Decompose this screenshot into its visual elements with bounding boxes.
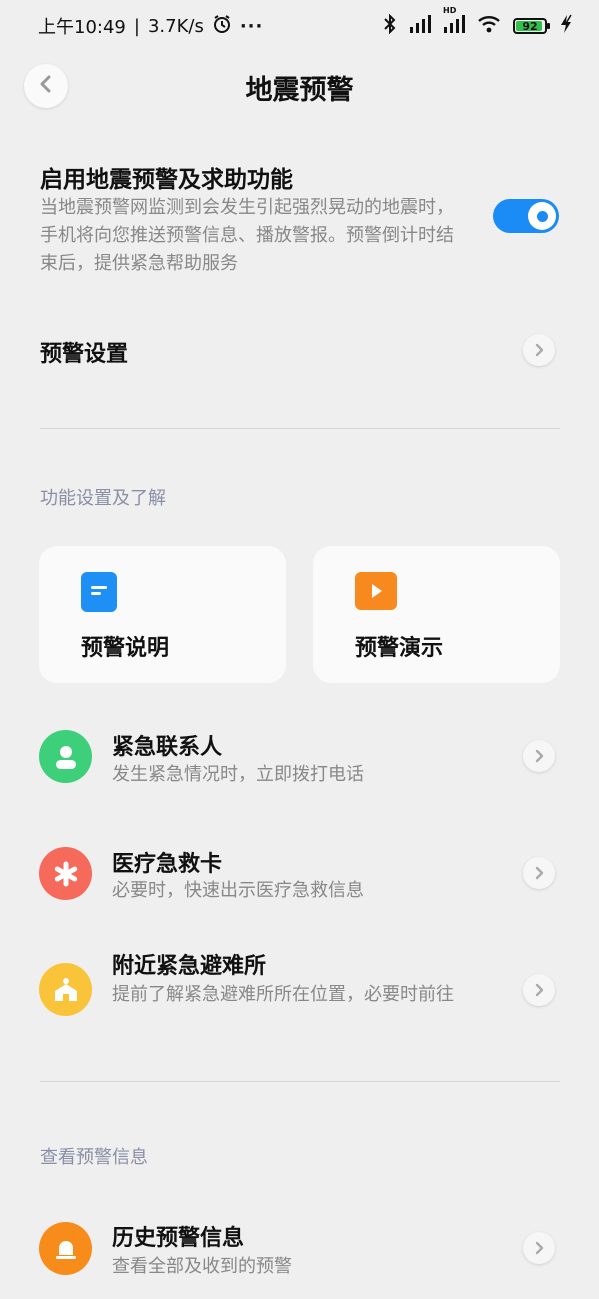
list-item-title: 紧急联系人 (112, 735, 223, 760)
status-separator: | (133, 15, 140, 37)
list-item-title: 医疗急救卡 (112, 852, 223, 877)
header: 地震预警 (0, 56, 599, 118)
alarm-clock-icon (212, 14, 232, 39)
list-item-subtitle: 发生紧急情况时，立即拨打电话 (112, 764, 364, 785)
card-label: 预警说明 (81, 636, 170, 661)
status-bar: 上午10:49 | 3.7K/s ··· HD 92 (0, 0, 599, 52)
more-notifications-icon: ··· (239, 15, 264, 37)
list-item-medical-card[interactable]: 医疗急救卡 必要时，快速出示医疗急救信息 (0, 832, 599, 922)
chevron-right-icon (523, 740, 555, 772)
divider (40, 1081, 560, 1082)
card-warning-explanation[interactable]: 预警说明 (39, 546, 286, 683)
divider (40, 428, 560, 429)
battery-icon: 92 (513, 18, 550, 34)
status-time: 上午10:49 (38, 17, 126, 38)
charging-icon (559, 14, 573, 38)
list-item-subtitle: 必要时，快速出示医疗急救信息 (112, 880, 364, 901)
list-item-nearby-shelter[interactable]: 附近紧急避难所 提前了解紧急避难所所在位置，必要时前往 (0, 946, 599, 1046)
section-label-features: 功能设置及了解 (40, 488, 166, 509)
network-speed: 3.7K/s (147, 15, 204, 37)
shelter-icon (39, 963, 92, 1016)
chevron-right-icon (523, 334, 555, 366)
chevron-right-icon (523, 974, 555, 1006)
chevron-right-icon (523, 857, 555, 889)
hd-label: HD (443, 6, 457, 15)
list-item-subtitle: 查看全部及收到的预警 (112, 1256, 292, 1277)
list-item-title: 附近紧急避难所 (112, 954, 267, 979)
chevron-right-icon (523, 1232, 555, 1264)
medical-asterisk-icon (39, 847, 92, 900)
list-item-title: 历史预警信息 (112, 1226, 245, 1251)
status-right: HD 92 (383, 6, 573, 38)
section-label-warning-info: 查看预警信息 (40, 1147, 148, 1168)
document-icon (81, 572, 117, 612)
contact-person-icon (39, 730, 92, 783)
list-item-warning-history[interactable]: 历史预警信息 查看全部及收到的预警 (0, 1208, 599, 1288)
enable-feature-toggle[interactable] (493, 199, 559, 233)
status-left: 上午10:49 | 3.7K/s ··· (38, 13, 263, 39)
signal-icon (409, 15, 431, 37)
wifi-icon (477, 15, 501, 37)
battery-percent: 92 (522, 19, 538, 33)
toggle-knob (528, 202, 556, 230)
play-icon (355, 572, 397, 610)
card-label: 预警演示 (355, 636, 444, 661)
card-warning-demo[interactable]: 预警演示 (313, 546, 560, 683)
list-item-subtitle: 提前了解紧急避难所所在位置，必要时前往 (112, 984, 454, 1005)
bluetooth-icon (383, 13, 397, 38)
enable-feature-description: 当地震预警网监测到会发生引起强烈晃动的地震时，手机将向您推送预警信息、播放警报。… (40, 197, 454, 274)
enable-feature-title: 启用地震预警及求助功能 (40, 167, 293, 193)
warning-settings-label: 预警设置 (40, 342, 129, 367)
signal-hd-icon: HD (443, 6, 465, 37)
alarm-bell-icon (39, 1222, 92, 1275)
page-title: 地震预警 (245, 75, 354, 106)
list-item-emergency-contacts[interactable]: 紧急联系人 发生紧急情况时，立即拨打电话 (0, 716, 599, 806)
